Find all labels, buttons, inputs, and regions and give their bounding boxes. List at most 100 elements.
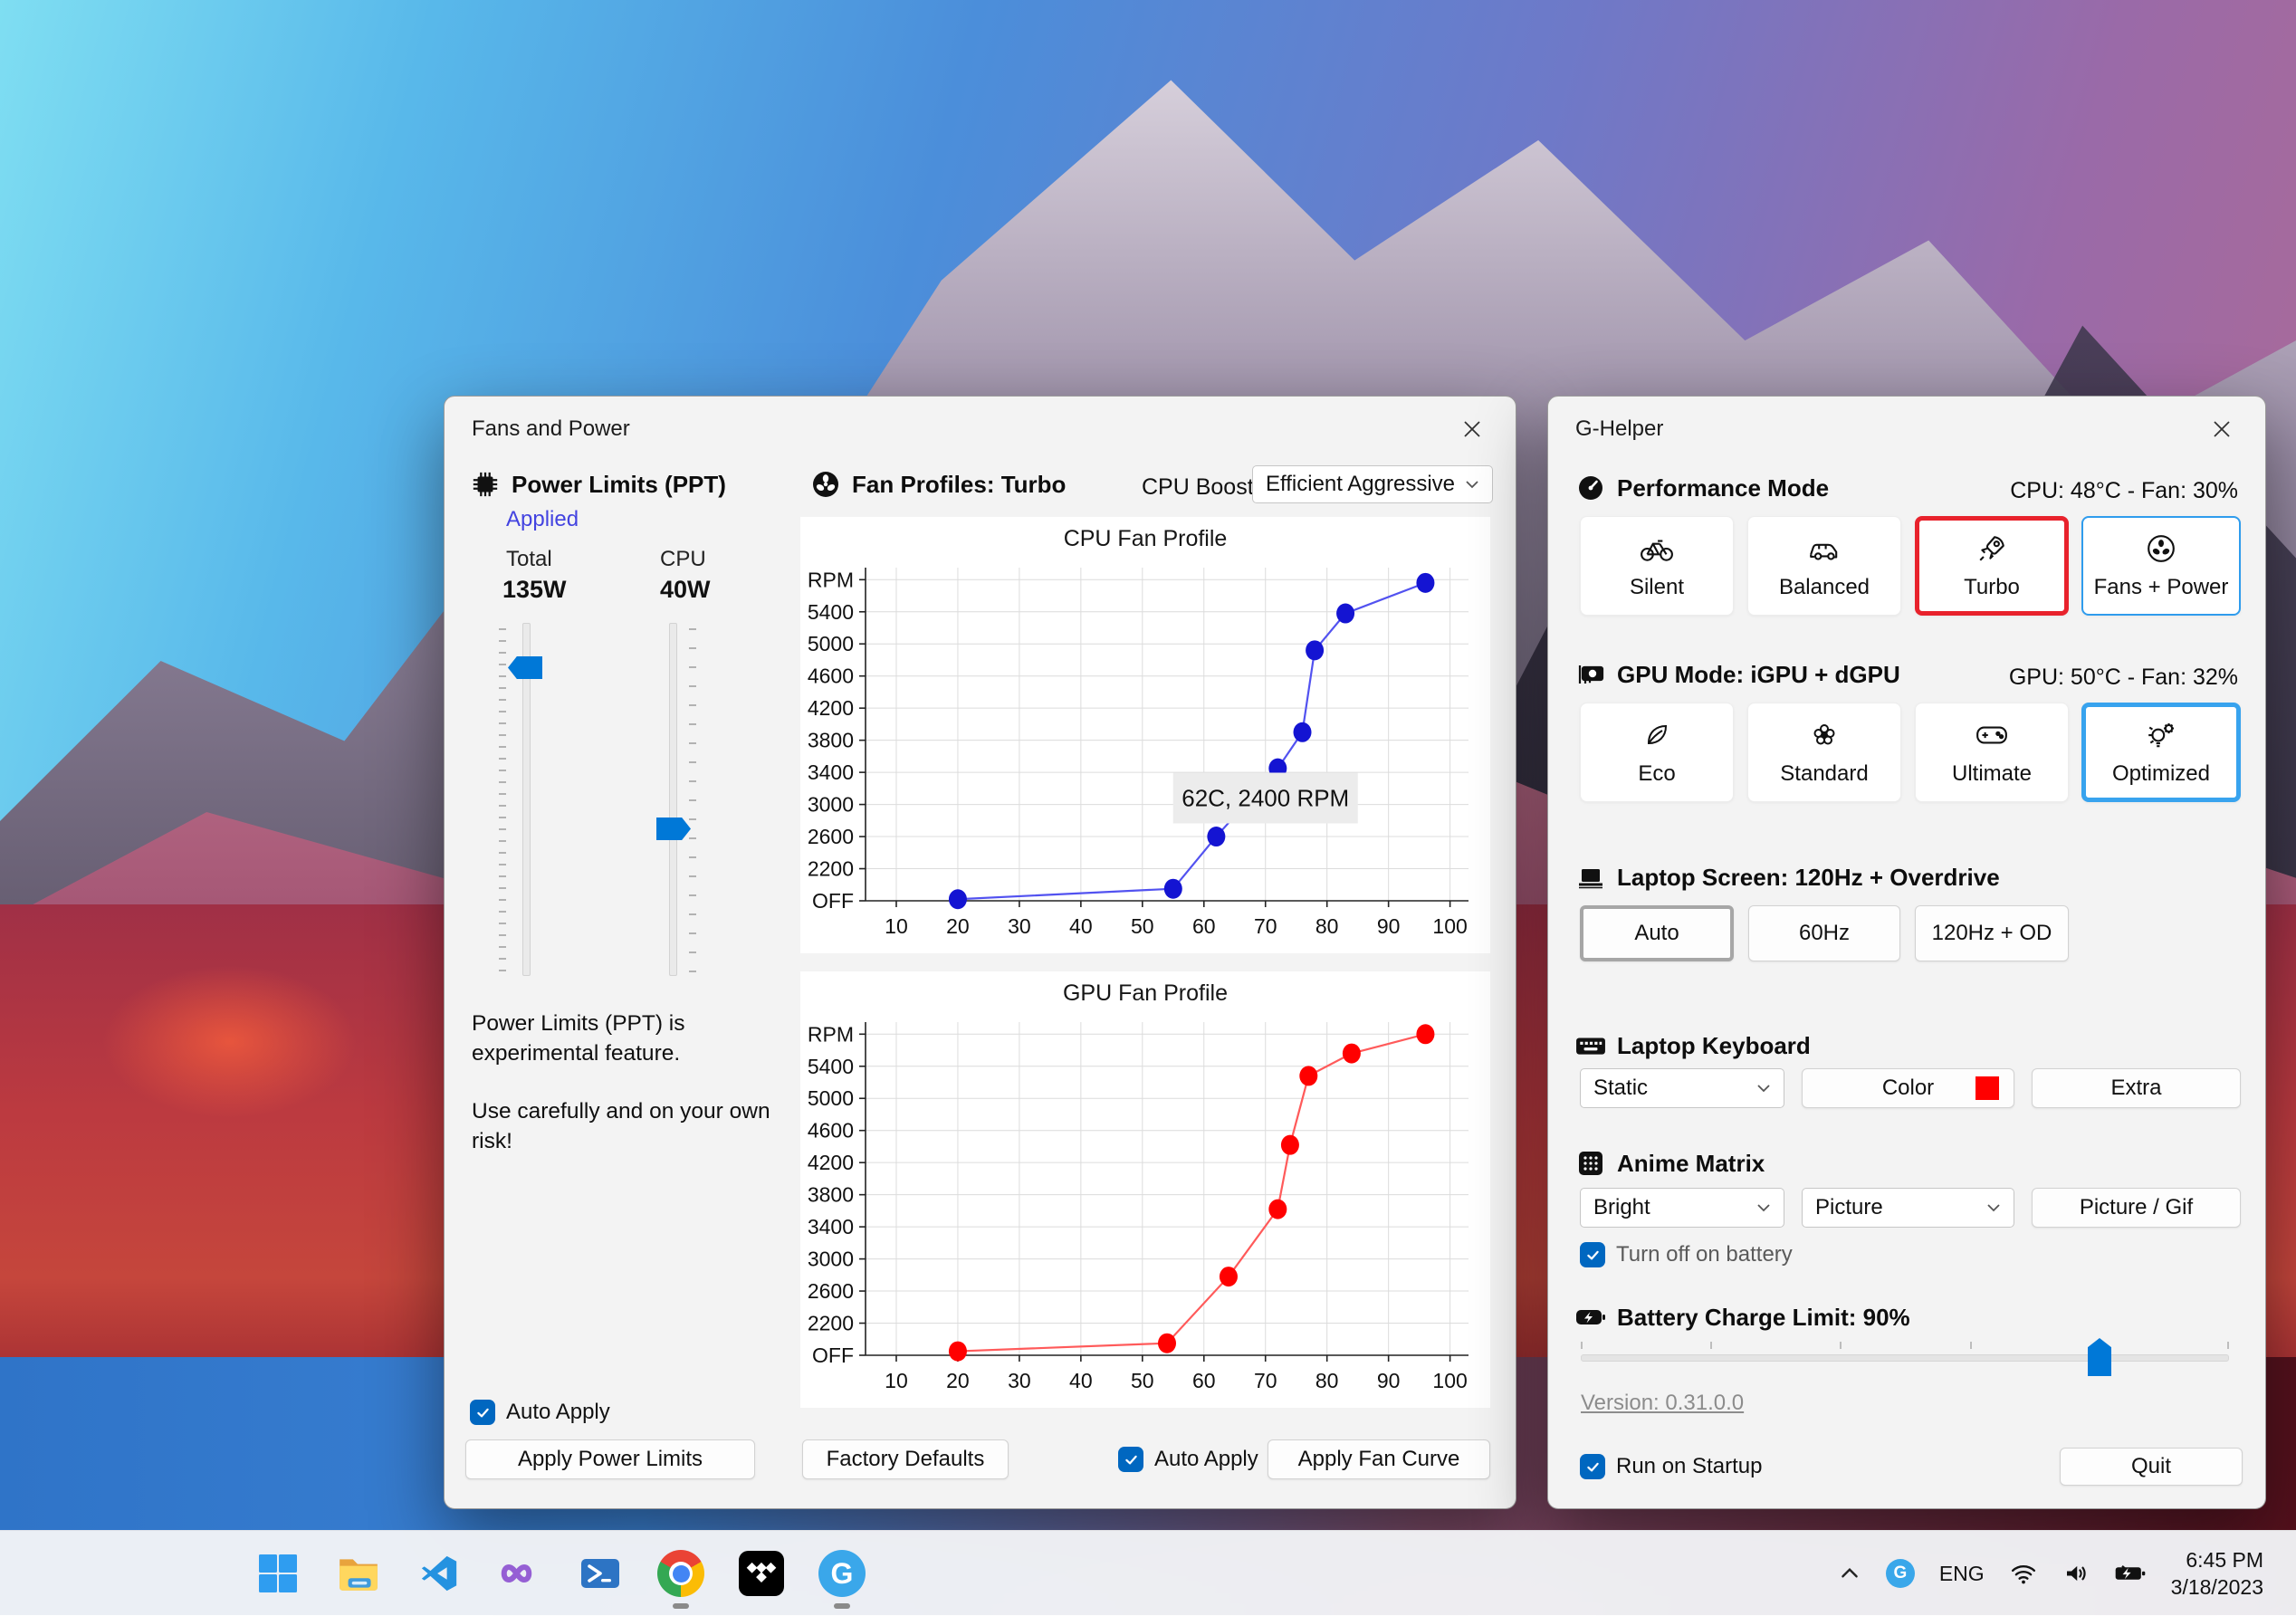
checkbox-checked-icon (470, 1400, 495, 1425)
performance-option-silent[interactable]: Silent (1580, 516, 1734, 616)
power-limits-status: Applied (506, 507, 579, 532)
svg-text:62C, 2400 RPM: 62C, 2400 RPM (1181, 784, 1349, 811)
performance-option-fans-power[interactable]: Fans + Power (2081, 516, 2241, 616)
turn-off-on-battery-checkbox[interactable]: Turn off on battery (1580, 1242, 1793, 1267)
svg-text:70: 70 (1254, 914, 1277, 938)
gpu-fan-chart[interactable]: GPU Fan Profile102030405060708090100OFF2… (800, 971, 1490, 1408)
taskbar-tray: G ENG 6:45 PM 3/18/2023 (1838, 1531, 2263, 1616)
fans-window-titlebar[interactable]: Fans and Power (445, 397, 1516, 462)
cpu-fan-chart[interactable]: CPU Fan Profile102030405060708090100OFF2… (800, 517, 1490, 953)
tray-chevron-up-icon[interactable] (1838, 1562, 1861, 1585)
total-slider-thumb[interactable] (508, 656, 542, 679)
performance-option-balanced[interactable]: Balanced (1747, 516, 1901, 616)
volume-icon[interactable] (2062, 1560, 2090, 1587)
svg-text:10: 10 (885, 1369, 908, 1392)
g-helper-logo: G (818, 1550, 866, 1597)
start-button[interactable] (252, 1547, 304, 1600)
auto-apply-fan-checkbox[interactable]: Auto Apply (1118, 1447, 1258, 1472)
matrix-icon (1575, 1148, 1606, 1179)
battery-heading: Battery Charge Limit: 90% (1617, 1304, 1910, 1332)
keyboard-color-button[interactable]: Color (1802, 1068, 2014, 1108)
gpu-fan-chart-svg[interactable]: GPU Fan Profile102030405060708090100OFF2… (800, 971, 1490, 1408)
svg-text:4200: 4200 (808, 1151, 854, 1174)
gpu-option-standard[interactable]: Standard (1747, 703, 1901, 802)
apply-fan-curve-button[interactable]: Apply Fan Curve (1268, 1439, 1490, 1479)
cpu-slider-thumb[interactable] (656, 818, 691, 840)
auto-apply-fan-label: Auto Apply (1154, 1447, 1258, 1472)
cpu-slider-track[interactable] (669, 623, 677, 976)
vscode-icon[interactable] (413, 1547, 465, 1600)
screen-heading: Laptop Screen: 120Hz + Overdrive (1617, 864, 2000, 892)
running-indicator (673, 1603, 689, 1609)
gpu-option-eco[interactable]: Eco (1580, 703, 1734, 802)
anime-picture-gif-button[interactable]: Picture / Gif (2032, 1188, 2241, 1228)
svg-text:100: 100 (1432, 1369, 1467, 1392)
tray-g-helper-icon[interactable]: G (1886, 1559, 1915, 1588)
screen-option-auto[interactable]: Auto (1580, 905, 1734, 961)
gpu-option-optimized[interactable]: Optimized (2081, 703, 2241, 802)
keyboard-color-label: Color (1882, 1076, 1934, 1101)
option-label: Fans + Power (2094, 575, 2229, 600)
auto-apply-power-checkbox[interactable]: Auto Apply (470, 1400, 610, 1425)
close-icon[interactable] (1452, 409, 1492, 449)
cpu-boost-value: Efficient Aggressive (1266, 472, 1455, 497)
ghelper-titlebar[interactable]: G-Helper (1548, 397, 2265, 462)
svg-text:30: 30 (1008, 914, 1031, 938)
clock-time: 6:45 PM (2171, 1546, 2263, 1573)
cpu-temp-status: CPU: 48°C - Fan: 30% (2010, 478, 2238, 504)
option-label: Eco (1638, 761, 1675, 787)
cpu-value: 40W (660, 576, 711, 604)
taskbar-clock[interactable]: 6:45 PM 3/18/2023 (2171, 1546, 2263, 1601)
keyboard-mode-select[interactable]: Static (1580, 1068, 1784, 1108)
close-icon[interactable] (2202, 409, 2242, 449)
screen-option-120hz-od[interactable]: 120Hz + OD (1915, 905, 2069, 961)
run-on-startup-checkbox[interactable]: Run on Startup (1580, 1454, 1762, 1479)
anime-brightness-select[interactable]: Bright (1580, 1188, 1784, 1228)
battery-heading-row: Battery Charge Limit: 90% (1575, 1302, 1910, 1333)
fans-window-title: Fans and Power (472, 416, 630, 442)
tidal-icon[interactable] (735, 1547, 788, 1600)
language-indicator[interactable]: ENG (1939, 1562, 1985, 1586)
power-limits-heading: Power Limits (PPT) (512, 471, 726, 499)
svg-text:5000: 5000 (808, 632, 854, 655)
power-limits-heading-row: Power Limits (PPT) (470, 469, 726, 500)
g-helper-window: G-Helper Performance Mode CPU: 48°C - Fa… (1547, 396, 2266, 1509)
wifi-icon[interactable] (2009, 1560, 2038, 1587)
chevron-down-icon (1465, 480, 1479, 489)
quit-button[interactable]: Quit (2060, 1448, 2243, 1486)
keyboard-heading-row: Laptop Keyboard (1575, 1030, 1811, 1061)
cpu-boost-select[interactable]: Efficient Aggressive (1252, 465, 1493, 503)
car-icon (1807, 531, 1842, 566)
gpu-option-ultimate[interactable]: Ultimate (1915, 703, 2069, 802)
performance-option-turbo[interactable]: Turbo (1915, 516, 2069, 616)
chrome-icon[interactable] (655, 1547, 707, 1600)
cpu-boost-label: CPU Boost (1142, 474, 1254, 501)
anime-mode-select[interactable]: Picture (1802, 1188, 2014, 1228)
taskbar: G G ENG 6:45 PM 3/18/2023 (0, 1530, 2296, 1615)
screen-option-60hz[interactable]: 60Hz (1748, 905, 1900, 961)
cpu-fan-chart-svg[interactable]: CPU Fan Profile102030405060708090100OFF2… (800, 517, 1490, 953)
svg-text:OFF: OFF (812, 1343, 854, 1367)
keyboard-icon (1575, 1030, 1606, 1061)
svg-text:70: 70 (1254, 1369, 1277, 1392)
total-label: Total (506, 547, 552, 572)
keyboard-extra-button[interactable]: Extra (2032, 1068, 2241, 1108)
chevron-down-icon (1986, 1203, 2001, 1212)
version-link[interactable]: Version: 0.31.0.0 (1581, 1391, 1744, 1416)
visual-studio-icon[interactable] (493, 1547, 546, 1600)
apply-power-limits-button[interactable]: Apply Power Limits (465, 1439, 755, 1479)
gamepad-icon (1975, 718, 2009, 752)
factory-defaults-button[interactable]: Factory Defaults (802, 1439, 1009, 1479)
battery-slider-track[interactable] (1581, 1354, 2229, 1362)
battery-icon (1575, 1302, 1606, 1333)
file-explorer-icon[interactable] (332, 1547, 385, 1600)
gauge-icon (1575, 473, 1606, 503)
fan-profiles-heading-row: Fan Profiles: Turbo (810, 469, 1066, 500)
svg-text:50: 50 (1131, 1369, 1154, 1392)
g-helper-taskbar-icon[interactable]: G (816, 1547, 868, 1600)
battery-charging-icon[interactable] (2114, 1563, 2147, 1584)
powershell-icon[interactable] (574, 1547, 627, 1600)
ppt-note-2: Use carefully and on your own risk! (472, 1096, 780, 1156)
option-label: Turbo (1964, 575, 2020, 600)
gpu-mode-heading: GPU Mode: iGPU + dGPU (1617, 661, 1900, 689)
